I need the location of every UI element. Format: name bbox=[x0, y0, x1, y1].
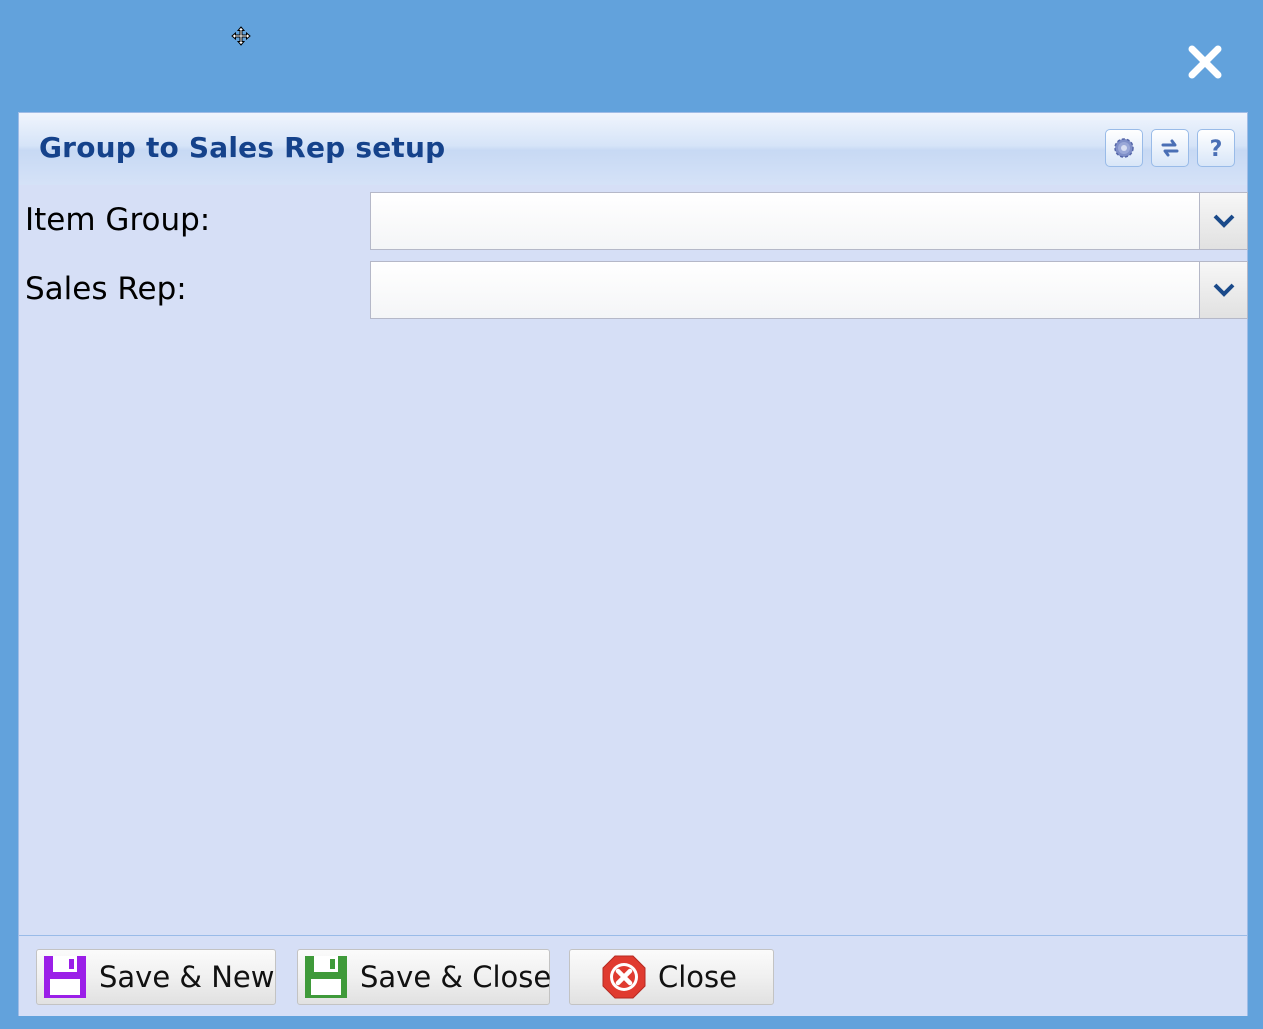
save-new-button[interactable]: Save & New bbox=[36, 949, 276, 1005]
sales-rep-combo[interactable] bbox=[370, 261, 1248, 319]
item-group-dropdown-button[interactable] bbox=[1199, 193, 1247, 249]
dialog-panel: Group to Sales Rep setup ? Item Group: S… bbox=[18, 112, 1248, 1016]
settings-tool-button[interactable] bbox=[1105, 129, 1143, 167]
save-close-label: Save & Close bbox=[360, 960, 552, 994]
close-button[interactable]: Close bbox=[569, 949, 774, 1005]
help-icon: ? bbox=[1210, 137, 1223, 161]
panel-header: Group to Sales Rep setup ? bbox=[19, 113, 1247, 185]
refresh-tool-button[interactable] bbox=[1151, 129, 1189, 167]
move-cursor-icon[interactable] bbox=[231, 26, 251, 46]
close-icon[interactable] bbox=[1187, 44, 1223, 80]
sales-rep-input[interactable] bbox=[371, 262, 1199, 318]
floppy-disk-icon bbox=[44, 956, 86, 998]
item-group-row: Item Group: bbox=[19, 192, 1248, 250]
save-new-label: Save & New bbox=[99, 960, 275, 994]
item-group-label: Item Group: bbox=[25, 202, 211, 238]
item-group-input[interactable] bbox=[371, 193, 1199, 249]
chevron-down-icon bbox=[1213, 283, 1234, 297]
item-group-combo[interactable] bbox=[370, 192, 1248, 250]
svg-text:?: ? bbox=[1210, 137, 1223, 161]
sales-rep-label: Sales Rep: bbox=[25, 271, 187, 307]
chevron-down-icon bbox=[1213, 214, 1234, 228]
close-circle-icon bbox=[602, 955, 646, 999]
floppy-disk-icon bbox=[305, 956, 347, 998]
button-bar: Save & New Save & Close Close bbox=[19, 935, 1247, 1016]
save-close-button[interactable]: Save & Close bbox=[297, 949, 552, 1005]
panel-title: Group to Sales Rep setup bbox=[39, 131, 446, 164]
sales-rep-row: Sales Rep: bbox=[19, 261, 1248, 319]
help-tool-button[interactable]: ? bbox=[1197, 129, 1235, 167]
sales-rep-dropdown-button[interactable] bbox=[1199, 262, 1247, 318]
gear-icon bbox=[1114, 138, 1134, 158]
refresh-icon bbox=[1161, 139, 1179, 157]
close-label: Close bbox=[658, 960, 737, 994]
